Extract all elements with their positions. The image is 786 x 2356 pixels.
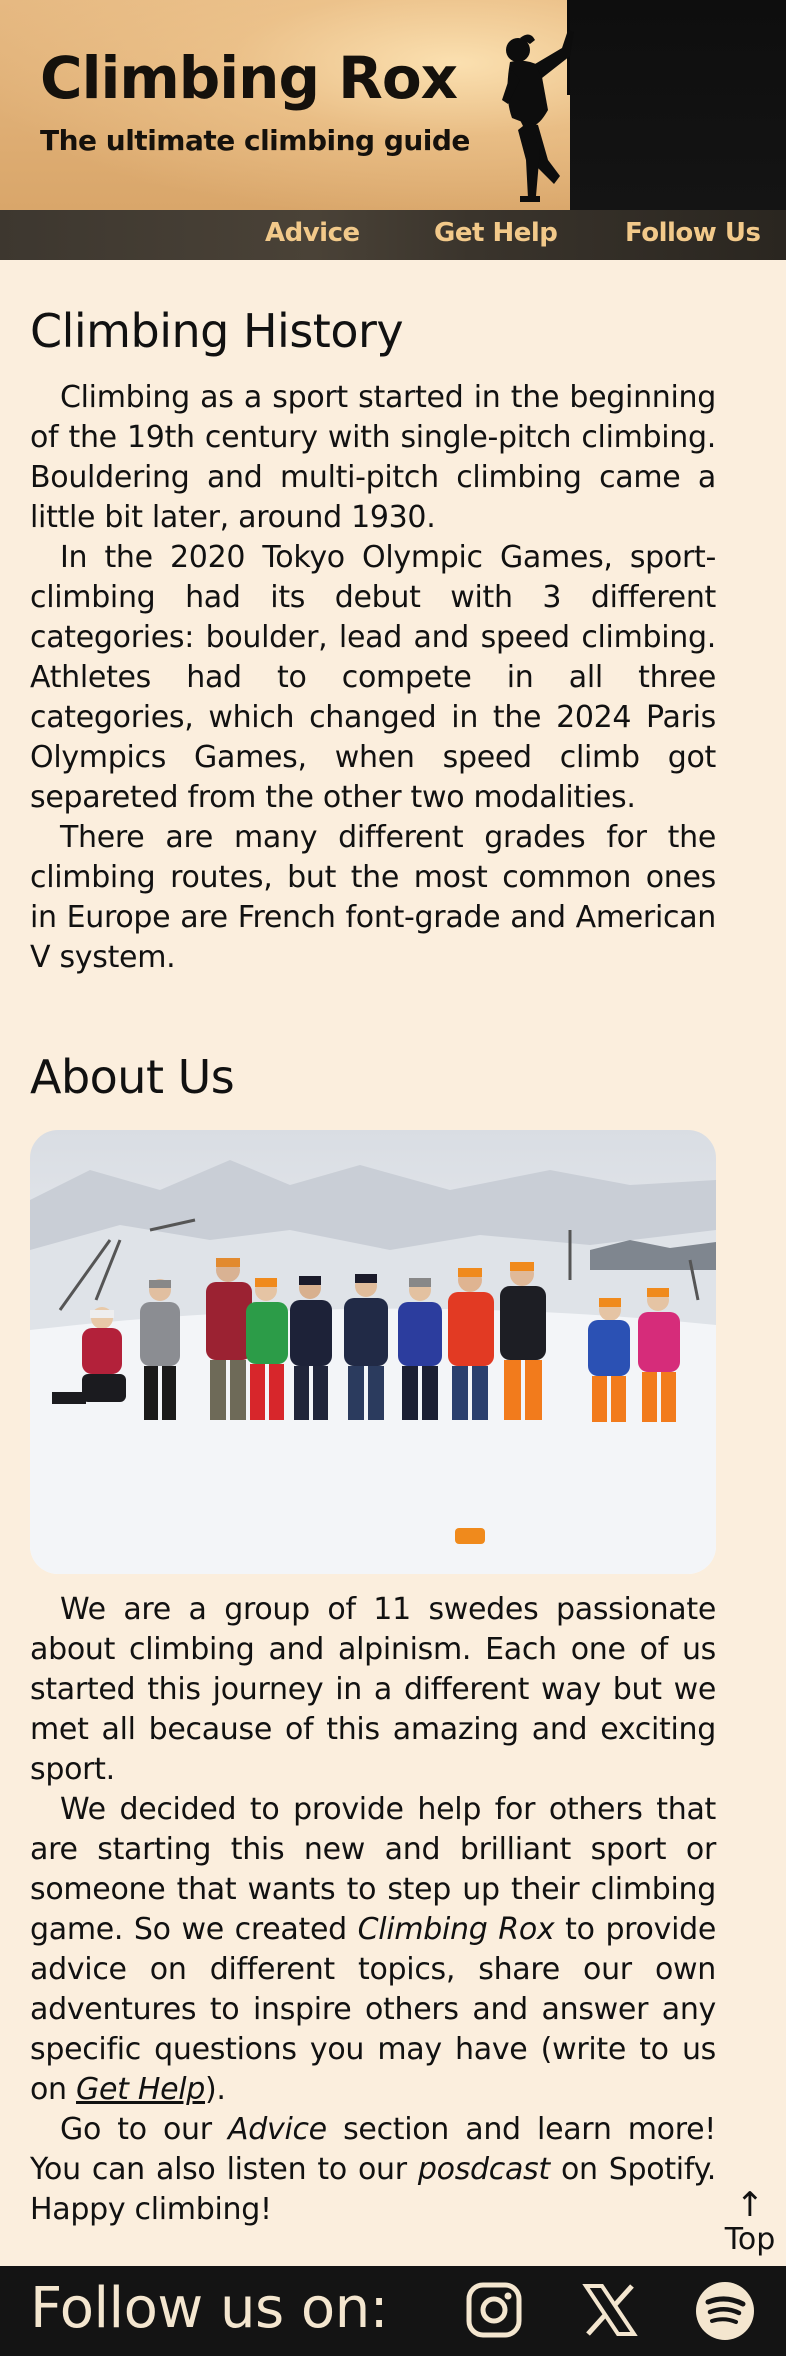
history-title: Climbing History: [30, 304, 404, 358]
team-photo: [30, 1130, 716, 1574]
main-nav: Advice Get Help Follow Us: [0, 210, 786, 260]
about-text-segment: Go to our: [60, 2112, 229, 2147]
arrow-up-icon: ↑: [735, 2185, 765, 2225]
site-title: Climbing Rox: [40, 44, 458, 112]
get-help-link[interactable]: Get Help: [76, 2072, 205, 2107]
about-emphasis: Climbing Rox: [357, 1912, 555, 1947]
about-text: We are a group of 11 swedes passionate a…: [30, 1590, 716, 2230]
about-emphasis: Advice: [228, 2112, 327, 2147]
back-to-top-link[interactable]: ↑ Top: [722, 2188, 778, 2257]
about-emphasis: posdcast: [417, 2152, 550, 2187]
x-icon[interactable]: [580, 2280, 640, 2344]
site-header: Climbing Rox The ultimate climbing guide: [0, 0, 786, 210]
history-text: Climbing as a sport started in the begin…: [30, 378, 716, 978]
nav-advice[interactable]: Advice: [265, 210, 360, 260]
spotify-icon[interactable]: [694, 2280, 756, 2346]
site-footer: Follow us on:: [0, 2266, 786, 2356]
team-photo-image: [30, 1160, 716, 1574]
history-paragraph: In the 2020 Tokyo Olympic Games, sport-c…: [30, 540, 716, 815]
site-subtitle: The ultimate climbing guide: [40, 124, 470, 157]
header-rock-shadow: [570, 0, 786, 210]
nav-get-help[interactable]: Get Help: [434, 210, 558, 260]
about-paragraph: Go to our Advice section and learn more!…: [30, 2110, 716, 2230]
history-paragraph: There are many different grades for the …: [30, 820, 716, 975]
instagram-icon[interactable]: [464, 2280, 524, 2344]
about-text-segment: ).: [205, 2072, 226, 2107]
nav-follow-us[interactable]: Follow Us: [625, 210, 761, 260]
history-paragraph: Climbing as a sport started in the begin…: [30, 380, 716, 535]
top-label: Top: [724, 2222, 776, 2257]
about-paragraph: We are a group of 11 swedes passionate a…: [30, 1592, 716, 1787]
follow-us-label: Follow us on:: [30, 2276, 389, 2341]
about-paragraph: We decided to provide help for others th…: [30, 1790, 716, 2110]
about-title: About Us: [30, 1050, 235, 1104]
climber-silhouette: [502, 30, 574, 202]
